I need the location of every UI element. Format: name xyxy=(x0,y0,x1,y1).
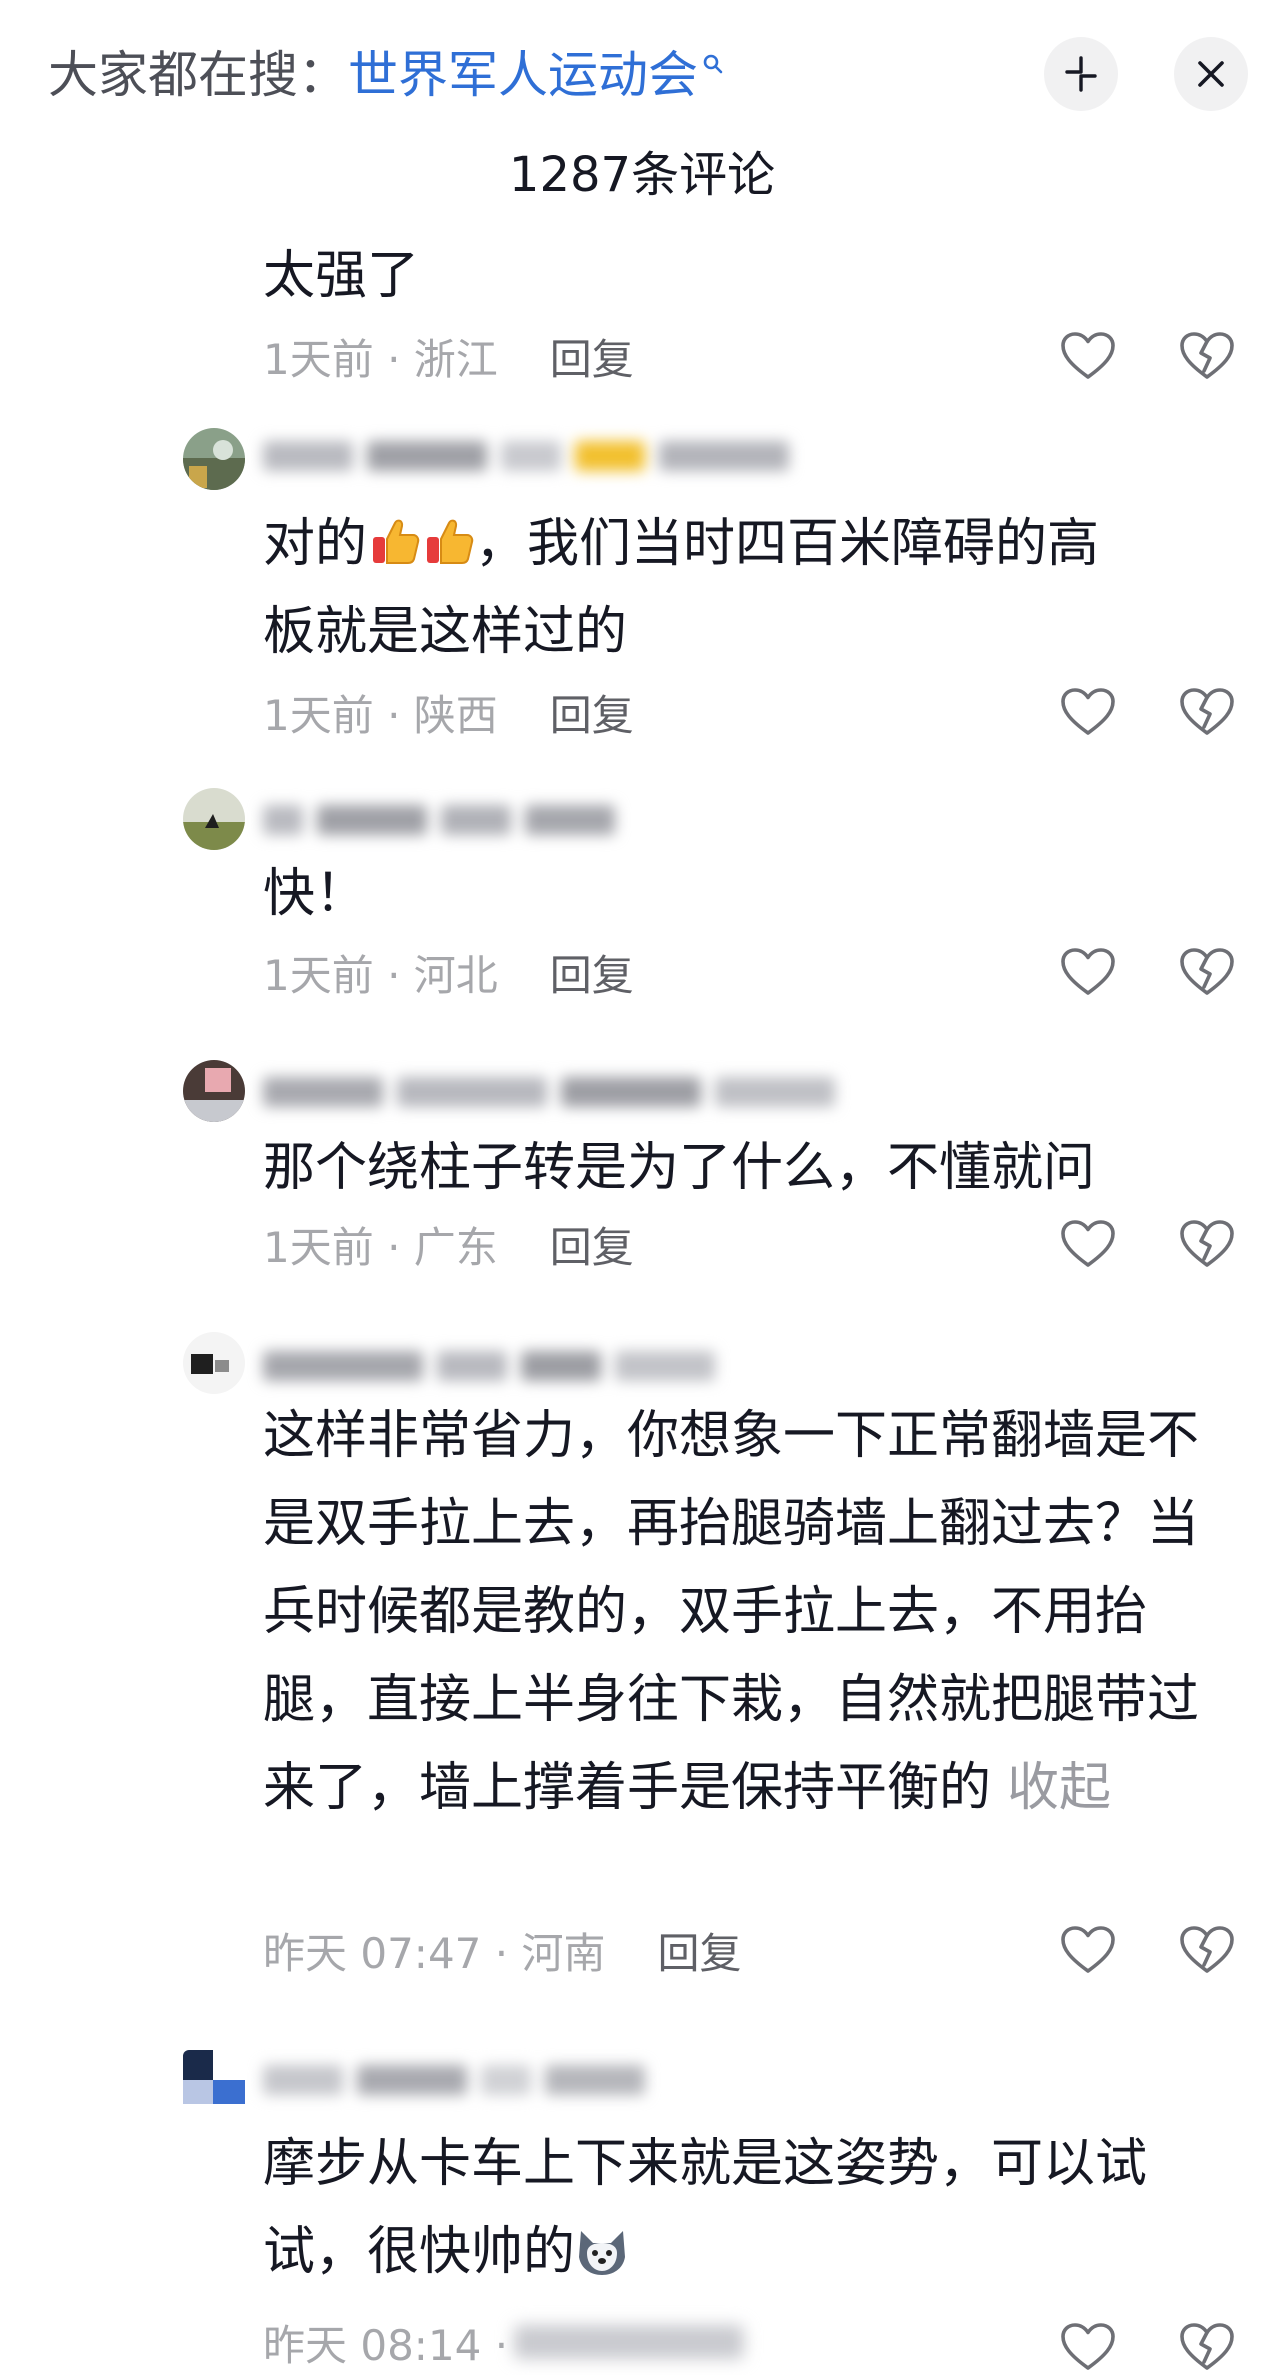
comment-time-location: 1天前 · 河北 xyxy=(263,950,498,1000)
user-avatar[interactable] xyxy=(183,428,245,490)
comment-text: 对的 ，我们当时四百米障碍的高 板就是这样过的 xyxy=(263,500,1233,676)
broken-heart-icon xyxy=(1180,332,1234,379)
comment-sheet: 大家都在搜： 世界军人运动会 1287条评论 太强了 1天前 · 浙江 回复 对… xyxy=(0,0,1284,2375)
comment-header: 大家都在搜： 世界军人运动会 1287条评论 xyxy=(0,0,1284,215)
comment-meta: 昨天 07:47 · 河南 回复 xyxy=(263,1920,741,1980)
heart-icon xyxy=(1061,948,1115,995)
heart-icon xyxy=(1061,2323,1115,2370)
reply-button[interactable]: 回复 xyxy=(657,1920,741,1981)
like-button[interactable] xyxy=(1053,2312,1123,2375)
close-icon xyxy=(1198,61,1224,87)
comment-text: 那个绕柱子转是为了什么，不懂就问 xyxy=(263,1138,1096,1198)
comment-meta: 1天前 · 浙江 回复 xyxy=(263,326,634,386)
heart-icon xyxy=(1061,1926,1115,1973)
dislike-button[interactable] xyxy=(1172,937,1242,1007)
comment-count-title: 1287条评论 xyxy=(508,147,776,203)
search-hint-prefix: 大家都在搜： xyxy=(48,46,348,104)
dislike-button[interactable] xyxy=(1172,321,1242,391)
broken-heart-icon xyxy=(1180,1926,1234,1973)
broken-heart-icon xyxy=(1180,688,1234,735)
like-button[interactable] xyxy=(1053,1915,1123,1985)
like-button[interactable] xyxy=(1053,1209,1123,1279)
comment-time-location: 1天前 · 陕西 xyxy=(263,690,498,740)
comment-meta: 1天前 · 广东 回复 xyxy=(263,1214,634,1274)
like-button[interactable] xyxy=(1053,677,1123,747)
broken-heart-icon xyxy=(1180,1220,1234,1267)
trending-search-hint[interactable]: 大家都在搜： 世界军人运动会 xyxy=(48,40,724,110)
collapse-expand-button[interactable] xyxy=(1044,37,1118,111)
comment-text-body: 这样非常省力，你想象一下正常翻墙是不是双手拉上去，再抬腿骑墙上翻过去？当兵时候都… xyxy=(263,1406,1200,1818)
heart-icon xyxy=(1061,332,1115,379)
reply-button[interactable]: 回复 xyxy=(550,942,634,1003)
comment-meta: 1天前 · 河北 回复 xyxy=(263,942,634,1002)
like-button[interactable] xyxy=(1053,937,1123,1007)
comment-text-part: ，我们当时四百米障碍的高 xyxy=(475,514,1100,574)
like-button[interactable] xyxy=(1053,321,1123,391)
comment-text-body: 摩步从卡车上下来就是这姿势，可以试试，很快帅的 xyxy=(263,2134,1148,2282)
dislike-button[interactable] xyxy=(1172,1209,1242,1279)
comment-text: 快！ xyxy=(263,864,368,924)
close-button[interactable] xyxy=(1174,37,1248,111)
comment-time-location: 昨天 07:47 · 河南 xyxy=(263,1928,606,1978)
user-avatar[interactable] xyxy=(183,1332,245,1394)
dislike-button[interactable] xyxy=(1172,677,1242,747)
heart-icon xyxy=(1061,688,1115,735)
comment-meta: 昨天 08:14 · xyxy=(263,2312,745,2372)
heart-icon xyxy=(1061,1220,1115,1267)
user-avatar[interactable] xyxy=(183,2050,245,2112)
thumbs-up-emoji-icon xyxy=(421,508,475,564)
user-avatar[interactable] xyxy=(183,788,245,850)
dislike-button[interactable] xyxy=(1172,1915,1242,1985)
husky-emoji-icon xyxy=(575,2216,629,2275)
reply-button[interactable]: 回复 xyxy=(550,682,634,743)
search-icon xyxy=(702,41,724,81)
broken-heart-icon xyxy=(1180,948,1234,995)
comment-text: 摩步从卡车上下来就是这姿势，可以试试，很快帅的 xyxy=(263,2120,1223,2296)
username-redacted xyxy=(263,1344,743,1388)
comment-time-location: 昨天 08:14 · xyxy=(263,2320,509,2370)
comment-text: 太强了 xyxy=(263,246,420,306)
thumbs-up-emoji-icon xyxy=(367,508,421,564)
broken-heart-icon xyxy=(1180,2323,1234,2370)
username-redacted xyxy=(263,1070,903,1114)
comment-meta: 1天前 · 陕西 回复 xyxy=(263,682,634,742)
collapse-arrows-icon xyxy=(1065,56,1097,92)
collapse-link[interactable]: 收起 xyxy=(1007,1758,1111,1818)
user-avatar[interactable] xyxy=(183,1060,245,1122)
username-redacted xyxy=(263,798,643,842)
search-hint-keyword[interactable]: 世界军人运动会 xyxy=(348,40,698,110)
location-redacted xyxy=(514,2325,745,2359)
username-redacted xyxy=(263,434,843,478)
comment-time-location: 1天前 · 浙江 xyxy=(263,334,498,384)
reply-button[interactable]: 回复 xyxy=(550,326,634,387)
comment-text: 这样非常省力，你想象一下正常翻墙是不是双手拉上去，再抬腿骑墙上翻过去？当兵时候都… xyxy=(263,1392,1233,1832)
dislike-button[interactable] xyxy=(1172,2312,1242,2375)
comment-time-location: 1天前 · 广东 xyxy=(263,1222,498,1272)
comment-text-part: 对的 xyxy=(263,514,368,574)
username-redacted xyxy=(263,2058,723,2102)
comment-text-part: 板就是这样过的 xyxy=(263,602,628,662)
reply-button[interactable]: 回复 xyxy=(550,1214,634,1275)
